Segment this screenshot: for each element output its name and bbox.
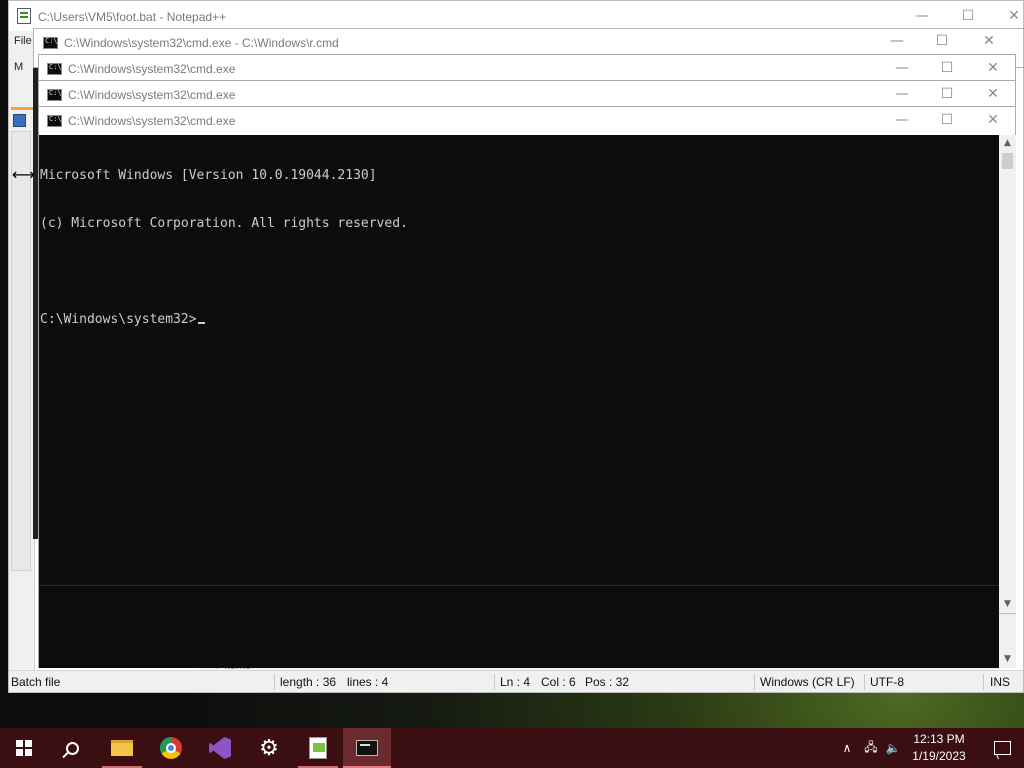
- cmd-icon: [356, 740, 378, 756]
- text-cursor: [197, 322, 205, 324]
- status-col: Col : 6: [541, 675, 576, 689]
- cmd-title: C:\Windows\system32\cmd.exe: [68, 114, 236, 128]
- maximize-button[interactable]: ☐: [924, 55, 970, 81]
- close-button[interactable]: ✕: [970, 107, 1016, 133]
- cmd-title: C:\Windows\system32\cmd.exe: [68, 88, 236, 102]
- save-icon[interactable]: [13, 114, 26, 127]
- taskbar-notepadpp[interactable]: [294, 728, 342, 768]
- console-prompt: C:\Windows\system32>: [40, 312, 197, 327]
- console-line: Microsoft Windows [Version 10.0.19044.21…: [40, 168, 377, 183]
- scrollbar-divider: [999, 613, 1016, 614]
- active-tab-indicator: [11, 107, 33, 110]
- cmd-title: C:\Windows\system32\cmd.exe - C:\Windows…: [64, 36, 339, 50]
- search-icon: [65, 741, 79, 755]
- cmd-titlebar[interactable]: C:\Windows\system32\cmd.exe — ☐ ✕: [39, 55, 1015, 80]
- clock-time: 12:13 PM: [913, 732, 965, 746]
- minimize-button[interactable]: —: [879, 107, 925, 133]
- taskbar-visual-studio[interactable]: [196, 728, 244, 768]
- status-separator: [494, 674, 495, 690]
- status-eol[interactable]: Windows (CR LF): [760, 675, 855, 689]
- cmd-icon: [47, 89, 62, 101]
- status-separator: [754, 674, 755, 690]
- close-button[interactable]: ✕: [970, 81, 1016, 107]
- speaker-icon: 🔈: [885, 741, 901, 755]
- vertical-scrollbar[interactable]: ▲ ▼ ▼: [999, 135, 1016, 668]
- search-button[interactable]: [48, 728, 96, 768]
- cmd-titlebar[interactable]: C:\Windows\system32\cmd.exe — ☐ ✕: [39, 81, 1015, 106]
- status-separator: [864, 674, 865, 690]
- visual-studio-icon: [209, 737, 231, 759]
- minimize-button[interactable]: —: [874, 29, 920, 54]
- cmd-icon: [47, 115, 62, 127]
- status-separator: [274, 674, 275, 690]
- cmd-titlebar[interactable]: C:\Windows\system32\cmd.exe - C:\Windows…: [34, 29, 1023, 56]
- notepadpp-title: C:\Users\VM5\foot.bat - Notepad++: [38, 10, 227, 24]
- folder-icon: [111, 740, 133, 756]
- taskbar-cmd[interactable]: [343, 728, 391, 768]
- status-file-type: Batch file: [11, 675, 61, 689]
- notepadpp-icon: [309, 737, 327, 759]
- console-split-line: [39, 585, 999, 586]
- status-length: length : 36: [280, 675, 337, 689]
- clock-date: 1/19/2023: [912, 749, 966, 763]
- close-button[interactable]: ✕: [991, 1, 1024, 31]
- close-button[interactable]: ✕: [966, 29, 1012, 54]
- cmd-window-active[interactable]: C:\Windows\system32\cmd.exe — ☐ ✕ Micros…: [38, 106, 1016, 668]
- console-output[interactable]: Microsoft Windows [Version 10.0.19044.21…: [39, 135, 999, 668]
- taskbar-settings[interactable]: ⚙: [245, 728, 293, 768]
- maximize-button[interactable]: ☐: [924, 107, 970, 133]
- network-icon: 🖧: [864, 739, 878, 754]
- cmd-title: C:\Windows\system32\cmd.exe: [68, 62, 236, 76]
- network-button[interactable]: 🖧: [860, 728, 882, 768]
- maximize-button[interactable]: ☐: [945, 1, 991, 31]
- close-button[interactable]: ✕: [970, 55, 1016, 81]
- notification-icon: [993, 741, 1011, 755]
- windows-logo-icon: [16, 740, 32, 756]
- chrome-icon: [160, 737, 182, 759]
- minimize-button[interactable]: —: [879, 55, 925, 81]
- maximize-button[interactable]: ☐: [919, 29, 965, 54]
- maximize-button[interactable]: ☐: [924, 81, 970, 107]
- editor-margin: [11, 131, 31, 571]
- scroll-up-icon[interactable]: ▲: [999, 135, 1016, 152]
- cmd-icon: [47, 63, 62, 75]
- start-button[interactable]: [0, 728, 48, 768]
- menu-file-partial[interactable]: File: [14, 35, 32, 47]
- taskbar-file-explorer[interactable]: [98, 728, 146, 768]
- taskbar: ⚙ ∧ 🖧 🔈 12:13 PM 1/19/2023: [0, 728, 1024, 768]
- action-center-button[interactable]: [980, 728, 1024, 768]
- minimize-button[interactable]: —: [899, 1, 945, 31]
- minimize-button[interactable]: —: [879, 81, 925, 107]
- console-line: (c) Microsoft Corporation. All rights re…: [40, 216, 408, 231]
- notepadpp-titlebar[interactable]: C:\Users\VM5\foot.bat - Notepad++ — ☐ ✕: [9, 1, 1023, 31]
- edge-letter-m: M: [14, 61, 24, 73]
- notepadpp-statusbar: Batch file length : 36 lines : 4 Ln : 4 …: [9, 670, 1023, 692]
- console-prompt-line[interactable]: C:\Windows\system32>: [40, 312, 999, 328]
- status-ln: Ln : 4: [500, 675, 531, 689]
- resize-cursor-icon: ⟷: [12, 165, 35, 184]
- status-encoding[interactable]: UTF-8: [870, 675, 904, 689]
- notepadpp-side-strip: File M: [9, 31, 35, 671]
- notepadpp-icon: [17, 8, 31, 24]
- status-insert-mode[interactable]: INS: [990, 675, 1010, 689]
- taskbar-chrome[interactable]: [147, 728, 195, 768]
- scroll-down-icon[interactable]: ▼: [999, 651, 1016, 668]
- status-lines: lines : 4: [347, 675, 389, 689]
- show-hidden-icons-button[interactable]: ∧: [836, 728, 858, 768]
- chevron-up-icon: ∧: [842, 741, 852, 755]
- gear-icon: ⚙: [259, 735, 279, 761]
- scrollbar-thumb[interactable]: [1002, 153, 1013, 169]
- cmd-titlebar[interactable]: C:\Windows\system32\cmd.exe — ☐ ✕: [39, 107, 1015, 135]
- status-separator: [983, 674, 984, 690]
- clock[interactable]: 12:13 PM 1/19/2023: [900, 731, 978, 765]
- scroll-down-icon[interactable]: ▼: [999, 596, 1016, 613]
- status-pos: Pos : 32: [585, 675, 630, 689]
- cmd-icon: [43, 37, 58, 49]
